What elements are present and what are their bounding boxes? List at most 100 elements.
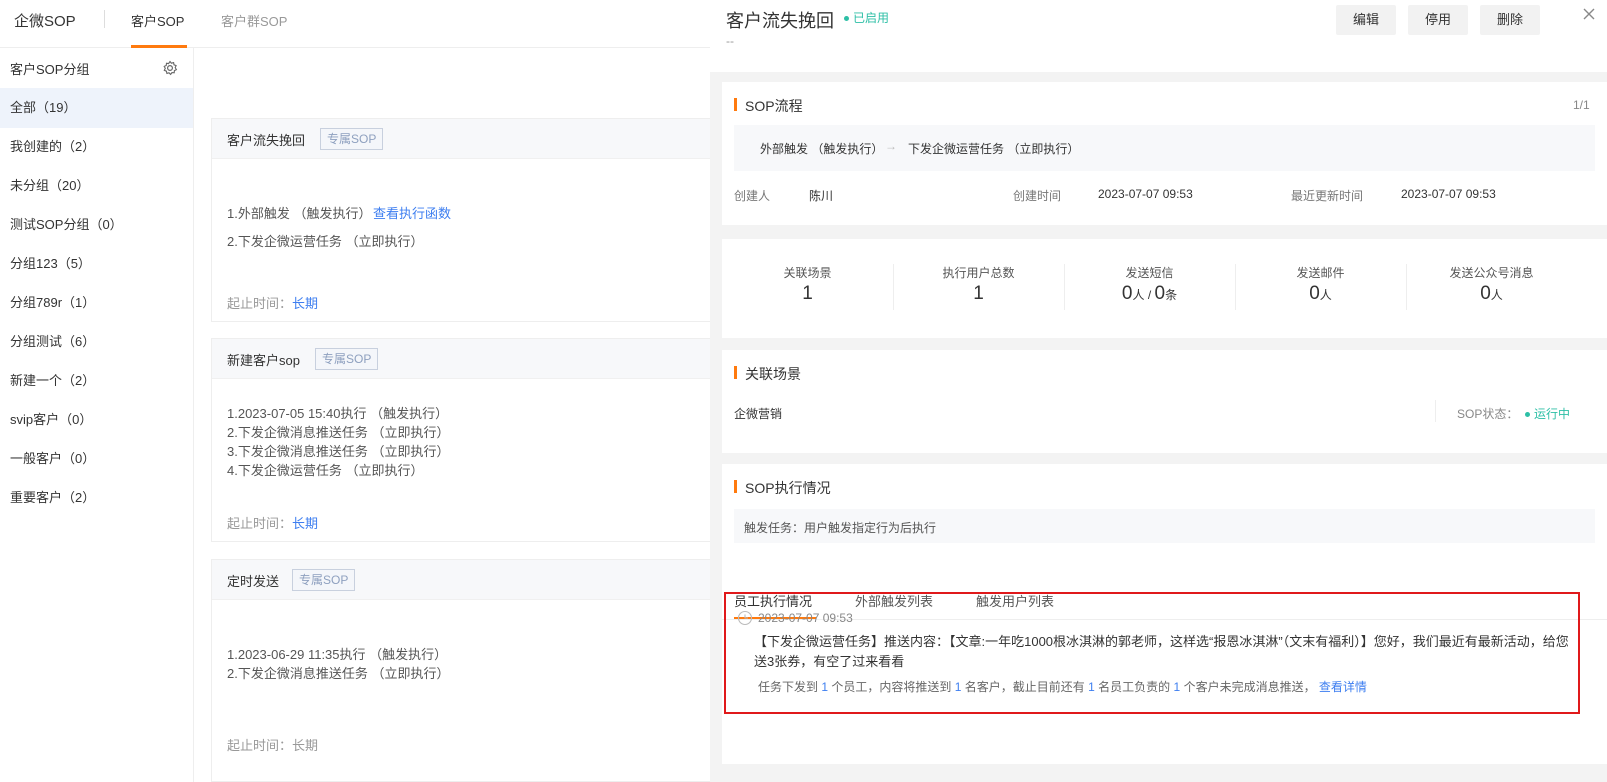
sop-tag: 专属SOP bbox=[292, 569, 356, 591]
clock-icon bbox=[737, 610, 753, 626]
tab-customer-group-sop[interactable]: 客户群SOP bbox=[221, 11, 287, 30]
stat-value: 1 bbox=[973, 283, 984, 304]
stat-label: 发送短信 bbox=[1125, 266, 1174, 280]
summary-text: 名客户，截止目前还有 bbox=[964, 680, 1085, 694]
summary-text: 个客户未完成消息推送， bbox=[1183, 680, 1316, 694]
sop-card[interactable]: 新建客户sop 专属SOP 1.2023-07-05 15:40执行 （触发执行… bbox=[211, 338, 711, 542]
sidebar-item-group-789r[interactable]: 分组789r（1） bbox=[0, 283, 193, 323]
record-time: 2023-07-07 09:53 bbox=[758, 611, 853, 625]
sidebar-header: 客户SOP分组 bbox=[0, 48, 194, 90]
sop-status-badge: 运行中 bbox=[1525, 405, 1570, 422]
view-function-link[interactable]: 查看执行函数 bbox=[373, 203, 451, 222]
sidebar-item-all[interactable]: 全部（19） bbox=[0, 88, 193, 128]
section-title: SOP流程 bbox=[734, 96, 803, 116]
flow-step: 下发企微运营任务 （立即执行） bbox=[908, 142, 1080, 156]
record-content: 【下发企微运营任务】推送内容：【文章:一年吃1000根冰淇淋的郭老师，这样选“报… bbox=[754, 634, 1569, 669]
sop-card[interactable]: 定时发送 专属SOP 1.2023-06-29 11:35执行 （触发执行） 2… bbox=[211, 559, 711, 782]
sidebar-item-test-sop-group[interactable]: 测试SOP分组（0） bbox=[0, 205, 193, 245]
flow-steps-bar: 外部触发 （触发执行） → 下发企微运营任务 （立即执行） bbox=[734, 125, 1595, 171]
sms-people: 0 bbox=[1121, 283, 1133, 304]
status-dot-icon bbox=[844, 16, 849, 22]
sidebar-title: 客户SOP分组 bbox=[10, 62, 90, 77]
stats-section: 关联场景 1 执行用户总数 1 发送短信 0人 / 0条 发送邮件 0人 发送公… bbox=[722, 239, 1607, 338]
flow-pagination: 1/1 bbox=[1573, 98, 1590, 112]
unit-count: 条 bbox=[1165, 288, 1178, 302]
disable-button[interactable]: 停用 bbox=[1408, 5, 1468, 35]
sms-count: 0 bbox=[1154, 283, 1166, 304]
status-text: 已启用 bbox=[853, 11, 890, 25]
gear-icon[interactable] bbox=[162, 60, 178, 76]
card-header: 新建客户sop 专属SOP bbox=[212, 339, 710, 379]
section-title: SOP执行情况 bbox=[734, 478, 831, 498]
sidebar-item-normal[interactable]: 一般客户（0） bbox=[0, 439, 193, 479]
panel-subtitle: -- bbox=[726, 34, 734, 48]
scene-section: 关联场景 企微营销 SOP状态： 运行中 bbox=[722, 350, 1607, 453]
stat-email: 发送邮件 0人 bbox=[1235, 264, 1406, 305]
view-details-link[interactable]: 查看详情 bbox=[1319, 680, 1367, 694]
creator-value: 陈川 bbox=[809, 189, 834, 203]
sop-detail-panel: 客户流失挽回 已启用 -- 编辑 停用 删除 SOP流程 1/1 外部触发 （触… bbox=[710, 0, 1607, 782]
panel-title: 客户流失挽回 bbox=[726, 11, 834, 31]
official-value: 0 bbox=[1480, 283, 1491, 304]
brand-title: 企微SOP bbox=[14, 13, 76, 30]
stat-label: 执行用户总数 bbox=[942, 266, 1015, 280]
period-label-text: 起止时间： bbox=[227, 296, 293, 311]
step-text: 3.下发企微消息推送任务 （立即执行） bbox=[227, 444, 450, 459]
step-text: 1.外部触发 （触发执行） bbox=[227, 206, 372, 221]
panel-header: 客户流失挽回 已启用 -- 编辑 停用 删除 bbox=[710, 0, 1607, 72]
close-icon[interactable] bbox=[1581, 6, 1597, 22]
unit-people: 人 bbox=[1132, 288, 1145, 302]
stat-users: 执行用户总数 1 bbox=[893, 264, 1064, 305]
stat-label: 关联场景 bbox=[783, 266, 832, 280]
email-value: 0 bbox=[1309, 283, 1320, 304]
created-value: 2023-07-07 09:53 bbox=[1098, 187, 1193, 201]
created-label: 创建时间 bbox=[1013, 189, 1062, 203]
sidebar-item-group-test[interactable]: 分组测试（6） bbox=[0, 322, 193, 362]
summary-number: 1 bbox=[821, 680, 829, 694]
stat-scenes: 关联场景 1 bbox=[722, 264, 893, 305]
sidebar-item-group-123[interactable]: 分组123（5） bbox=[0, 244, 193, 284]
step-text: 2.下发企微运营任务 （立即执行） bbox=[227, 234, 424, 249]
summary-text: 名员工负责的 bbox=[1098, 680, 1171, 694]
delete-button[interactable]: 删除 bbox=[1480, 5, 1540, 35]
step-text: 4.下发企微运营任务 （立即执行） bbox=[227, 463, 424, 478]
sop-card[interactable]: 客户流失挽回 专属SOP 1.外部触发 （触发执行） 查看执行函数 2.下发企微… bbox=[211, 118, 711, 322]
period-label-text: 起止时间： bbox=[227, 738, 293, 753]
summary-text: 个员工，内容将推送到 bbox=[831, 680, 952, 694]
sidebar-item-important[interactable]: 重要客户（2） bbox=[0, 478, 193, 518]
summary-number: 1 bbox=[954, 680, 962, 694]
stat-label: 发送公众号消息 bbox=[1449, 266, 1534, 280]
card-header: 客户流失挽回 专属SOP bbox=[212, 119, 710, 159]
sop-card-list: 客户流失挽回 专属SOP 1.外部触发 （触发执行） 查看执行函数 2.下发企微… bbox=[194, 48, 711, 782]
card-title: 新建客户sop bbox=[227, 353, 300, 368]
stat-label: 发送邮件 bbox=[1296, 266, 1345, 280]
brand-divider bbox=[104, 10, 105, 28]
scene-name: 企微营销 bbox=[734, 407, 783, 421]
top-navigation: 企微SOP 客户SOP 客户群SOP bbox=[0, 0, 710, 48]
step-text: 1.2023-07-05 15:40执行 （触发执行） bbox=[227, 406, 449, 421]
sop-tag: 专属SOP bbox=[315, 348, 379, 370]
record-summary: 任务下发到 1 个员工，内容将推送到 1 名客户，截止目前还有 1 名员工负责的… bbox=[758, 678, 1578, 695]
sop-status-text: 运行中 bbox=[1534, 407, 1571, 421]
stat-value: 1 bbox=[802, 283, 813, 304]
sop-status-label: SOP状态： bbox=[1457, 407, 1519, 421]
stat-value: 0人 bbox=[1235, 283, 1406, 305]
sidebar-item-mine[interactable]: 我创建的（2） bbox=[0, 127, 193, 167]
tab-customer-sop[interactable]: 客户SOP bbox=[131, 11, 184, 30]
status-badge: 已启用 bbox=[844, 9, 889, 26]
sidebar-item-new-one[interactable]: 新建一个（2） bbox=[0, 361, 193, 401]
sidebar-item-ungrouped[interactable]: 未分组（20） bbox=[0, 166, 193, 206]
sop-group-sidebar: 客户SOP分组 全部（19） 我创建的（2） 未分组（20） 测试SOP分组（0… bbox=[0, 48, 194, 782]
step-text: 2.下发企微消息推送任务 （立即执行） bbox=[227, 666, 450, 681]
unit-people: 人 bbox=[1490, 288, 1503, 302]
period-value: 长期 bbox=[292, 516, 319, 531]
value-separator: / bbox=[1144, 288, 1155, 302]
scene-divider bbox=[1435, 400, 1436, 422]
summary-number: 1 bbox=[1173, 680, 1181, 694]
period-label: 起止时间：长期 bbox=[227, 513, 318, 532]
summary-number: 1 bbox=[1088, 680, 1095, 694]
step-text: 1.2023-06-29 11:35执行 （触发执行） bbox=[227, 647, 448, 662]
sidebar-item-svip[interactable]: svip客户（0） bbox=[0, 400, 193, 440]
flow-step: 外部触发 （触发执行） bbox=[760, 142, 884, 156]
edit-button[interactable]: 编辑 bbox=[1336, 5, 1396, 35]
